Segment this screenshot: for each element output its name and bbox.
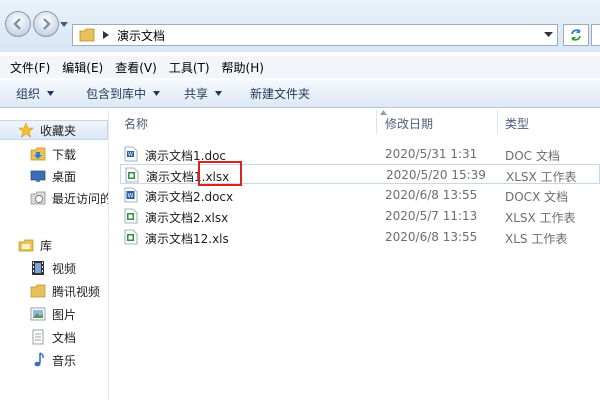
nav-favorites-label: 收藏夹 (40, 123, 77, 138)
file-row[interactable]: 演示文档12.xls 2020/6/8 13:55 XLS 工作表 (120, 227, 600, 247)
recent-places-icon (30, 191, 46, 205)
chevron-down-icon (47, 91, 55, 96)
nav-desktop-label: 桌面 (52, 169, 77, 184)
file-type: XLSX 工作表 (506, 170, 577, 184)
nav-pictures[interactable]: 图片 (0, 304, 108, 324)
library-icon (18, 239, 34, 252)
file-type: XLSX 工作表 (505, 211, 576, 225)
column-divider[interactable] (497, 110, 498, 134)
nav-favorites[interactable]: 收藏夹 (0, 120, 108, 140)
music-note-icon (34, 352, 44, 367)
new-folder-label: 新建文件夹 (250, 87, 311, 101)
excel-icon (124, 229, 138, 245)
include-in-library-button[interactable]: 包含到库中 (64, 82, 170, 106)
refresh-button[interactable] (563, 24, 589, 46)
nav-downloads-label: 下载 (52, 147, 77, 162)
nav-pictures-label: 图片 (52, 307, 77, 322)
forward-arrow-icon (43, 18, 51, 30)
address-history-dropdown-icon[interactable] (544, 31, 553, 38)
file-name: 演示文档12.xls (145, 232, 229, 246)
share-label: 共享 (184, 87, 209, 101)
menu-bar: 文件(F) 编辑(E) 查看(V) 工具(T) 帮助(H) (0, 56, 600, 78)
column-divider[interactable] (376, 110, 377, 134)
refresh-icon (571, 29, 581, 41)
column-header-name[interactable]: 名称 (124, 115, 148, 132)
file-modified: 2020/6/8 13:55 (385, 230, 478, 244)
picture-icon (30, 307, 46, 321)
nav-downloads[interactable]: 下载 (0, 144, 108, 164)
breadcrumb-segment[interactable]: 演示文档 (117, 27, 165, 44)
column-header-type[interactable]: 类型 (505, 115, 529, 132)
command-bar: 组织 包含到库中 共享 新建文件夹 (0, 80, 600, 108)
file-list: 名称 修改日期 类型 W 演示文档1.doc 2020/5/31 1:31 DO… (112, 110, 600, 400)
nav-desktop[interactable]: 桌面 (0, 166, 108, 186)
excel-icon (124, 208, 138, 224)
chevron-down-icon (215, 91, 223, 96)
folder-icon (79, 28, 95, 42)
organize-button[interactable]: 组织 (0, 82, 64, 106)
menu-file[interactable]: 文件(F) (4, 59, 56, 76)
file-modified: 2020/5/20 15:39 (386, 168, 486, 182)
navigation-pane: 收藏夹 下载 桌面 最近访问的位置 库 (0, 110, 108, 400)
back-arrow-icon (13, 18, 21, 30)
nav-libraries[interactable]: 库 (0, 235, 108, 255)
include-in-library-label: 包含到库中 (86, 87, 147, 101)
nav-documents-label: 文档 (52, 330, 77, 345)
recent-pages-dropdown-icon[interactable] (60, 22, 68, 28)
chevron-down-icon (153, 91, 161, 96)
breadcrumb-separator-icon[interactable] (103, 31, 109, 39)
file-row[interactable]: 演示文档2.xlsx 2020/5/7 11:13 XLSX 工作表 (120, 206, 600, 226)
nav-music-label: 音乐 (52, 353, 77, 368)
excel-icon (125, 167, 139, 183)
file-type: XLS 工作表 (505, 232, 568, 246)
file-modified: 2020/5/7 11:13 (385, 209, 478, 223)
file-name: 演示文档2.xlsx (145, 211, 229, 225)
menu-tools[interactable]: 工具(T) (163, 59, 216, 76)
svg-text:W: W (128, 193, 134, 200)
menu-view[interactable]: 查看(V) (109, 59, 163, 76)
menu-help[interactable]: 帮助(H) (216, 59, 270, 76)
forward-button[interactable] (33, 11, 59, 37)
downloads-folder-icon (30, 147, 46, 161)
address-box[interactable]: 演示文档 (72, 24, 558, 46)
film-icon (32, 261, 44, 275)
menu-edit[interactable]: 编辑(E) (56, 59, 109, 76)
extension-highlight-box (198, 161, 242, 186)
nav-tencent-video[interactable]: 腾讯视频 (0, 281, 108, 301)
word-doc-icon: W (124, 146, 138, 162)
file-row[interactable]: W 演示文档2.docx 2020/6/8 13:55 DOCX 文档 (120, 185, 600, 205)
search-input[interactable] (591, 24, 600, 46)
svg-text:W: W (128, 152, 133, 158)
nav-videos[interactable]: 视频 (0, 258, 108, 278)
column-header-modified[interactable]: 修改日期 (385, 115, 433, 132)
nav-tencent-video-label: 腾讯视频 (52, 284, 101, 299)
file-type: DOC 文档 (505, 149, 560, 163)
documents-icon (32, 329, 44, 345)
nav-libraries-label: 库 (40, 238, 53, 253)
file-modified: 2020/6/8 13:55 (385, 188, 478, 202)
address-bar-area: 演示文档 (0, 0, 600, 52)
desktop-icon (30, 170, 46, 182)
nav-videos-label: 视频 (52, 261, 77, 276)
file-name: 演示文档2.docx (145, 190, 234, 204)
tencent-video-folder-icon (30, 284, 46, 298)
star-icon (18, 122, 34, 138)
file-modified: 2020/5/31 1:31 (385, 147, 478, 161)
nav-recent-places[interactable]: 最近访问的位置 (0, 188, 108, 208)
word-icon: W (124, 187, 138, 203)
back-button[interactable] (5, 11, 31, 37)
organize-label: 组织 (16, 87, 41, 101)
nav-music[interactable]: 音乐 (0, 350, 108, 370)
pane-splitter[interactable] (108, 110, 109, 400)
file-row[interactable]: 演示文档1.xlsx 2020/5/20 15:39 XLSX 工作表 (120, 164, 600, 184)
file-type: DOCX 文档 (505, 190, 569, 204)
share-button[interactable]: 共享 (170, 82, 232, 106)
file-row[interactable]: W 演示文档1.doc 2020/5/31 1:31 DOC 文档 (120, 144, 600, 164)
nav-recent-places-label: 最近访问的位置 (52, 191, 108, 206)
nav-documents[interactable]: 文档 (0, 327, 108, 347)
new-folder-button[interactable]: 新建文件夹 (232, 82, 320, 106)
